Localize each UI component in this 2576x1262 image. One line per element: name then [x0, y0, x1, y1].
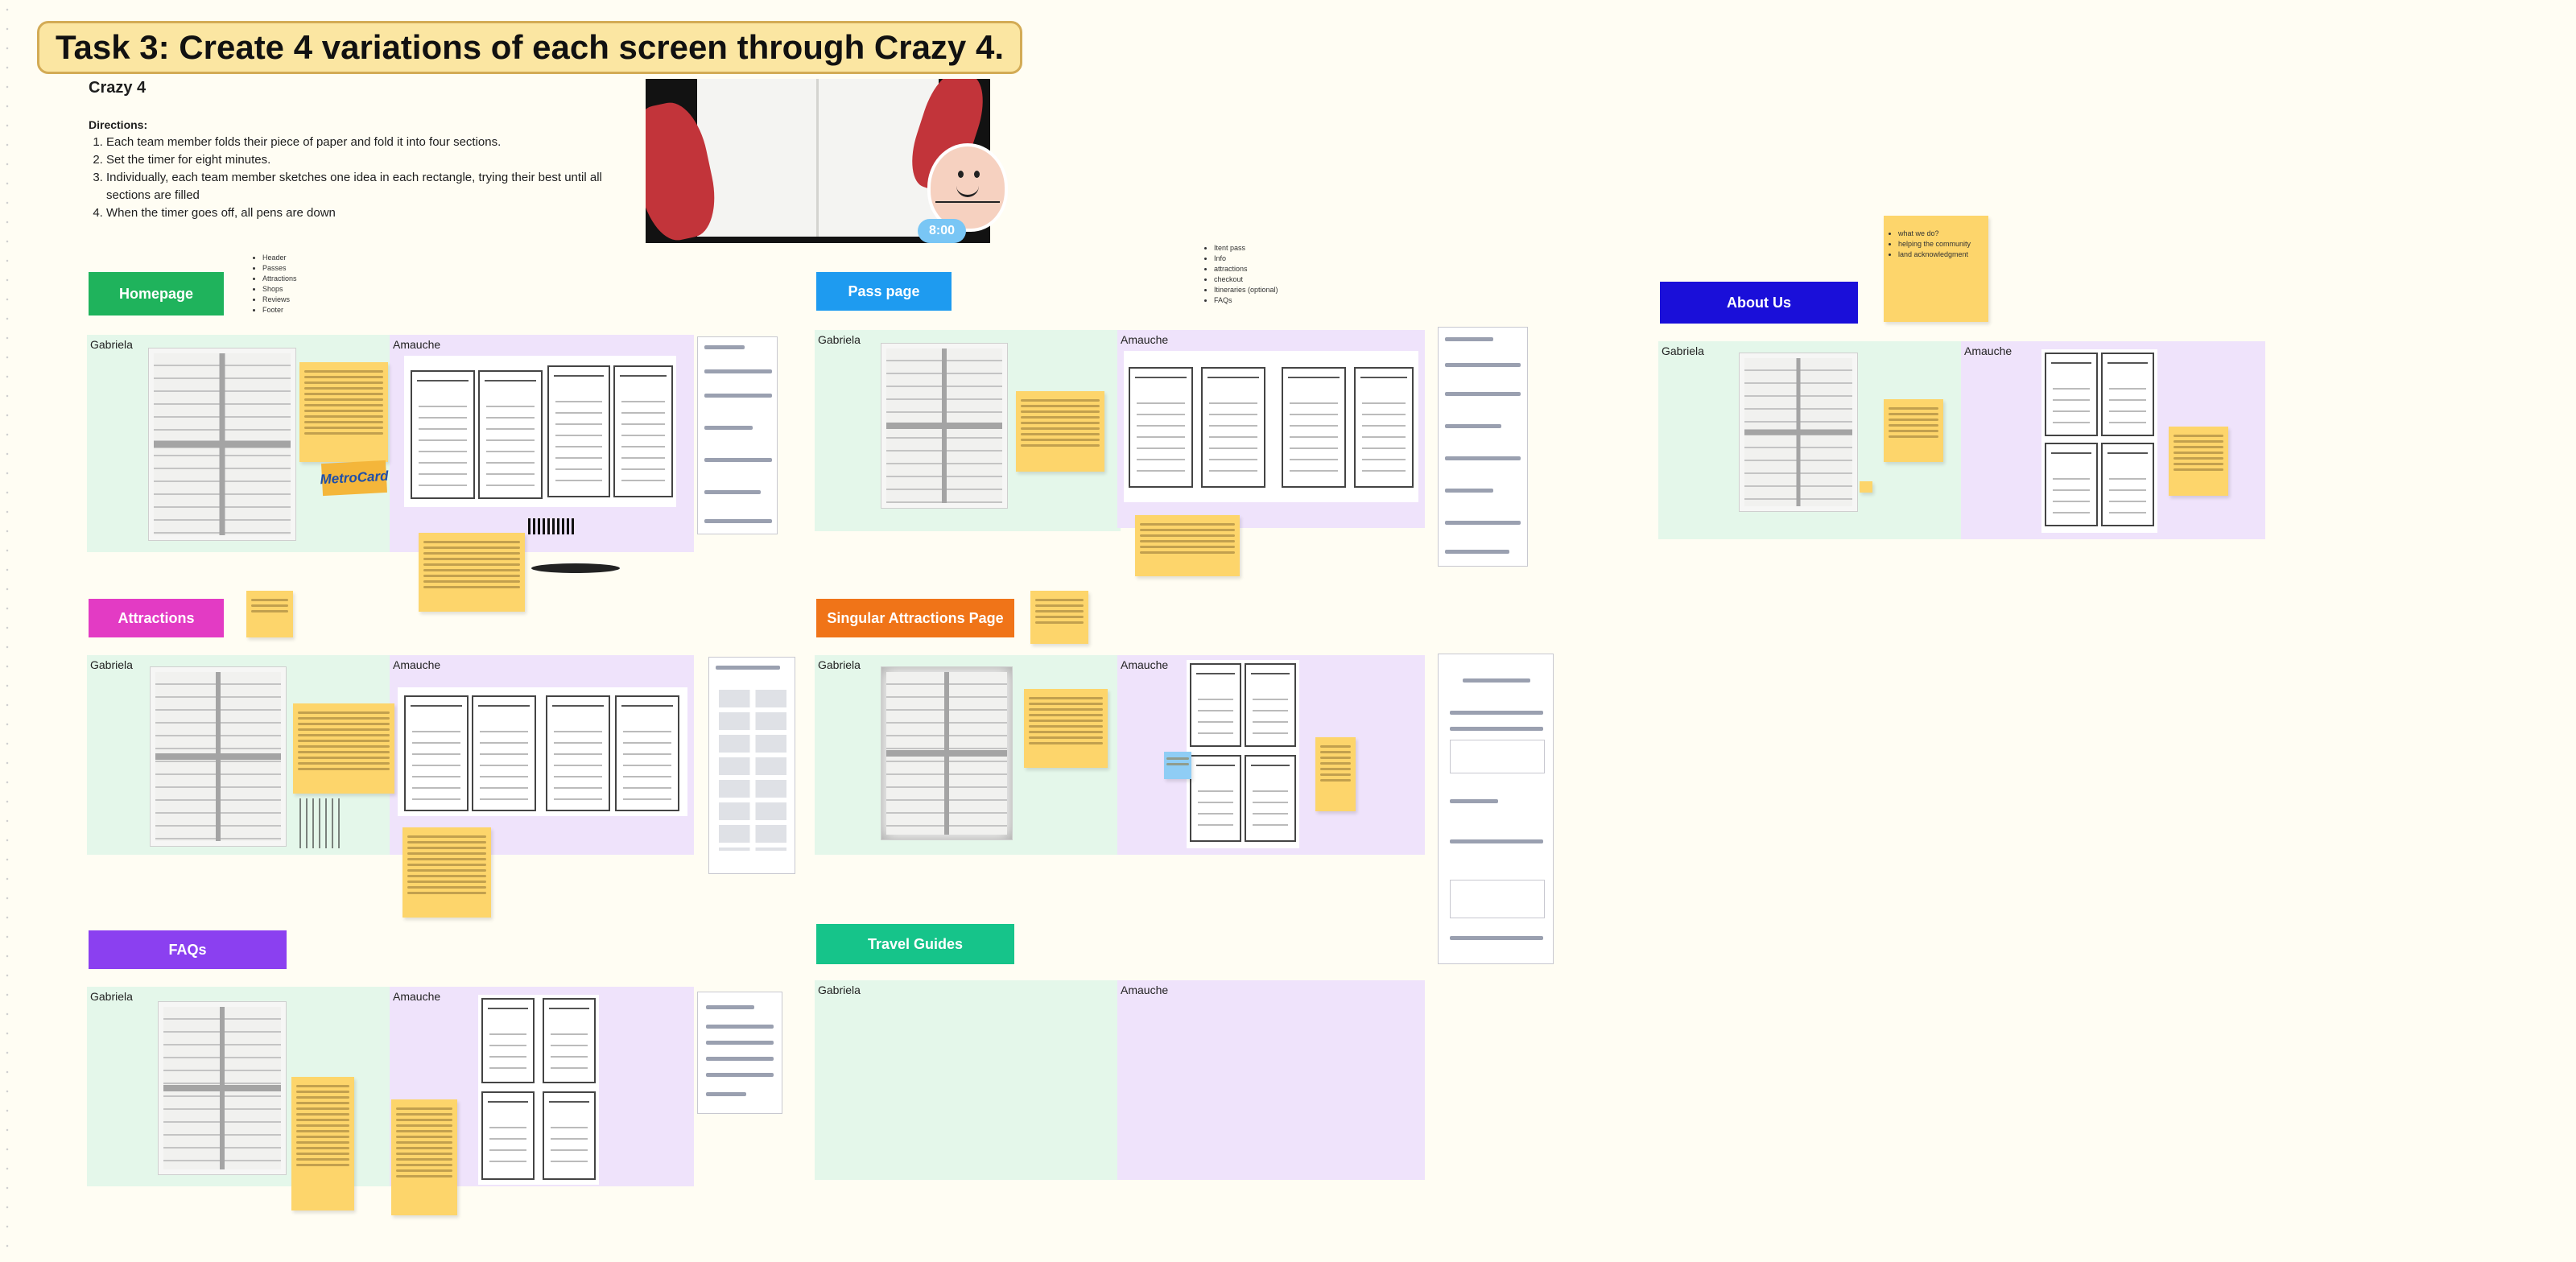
member-name: Gabriela — [1662, 344, 1704, 357]
content-block — [1450, 740, 1545, 773]
section-label-homepage[interactable]: Homepage — [89, 272, 224, 316]
direction-item: Set the timer for eight minutes. — [106, 151, 605, 169]
about-us-bullets: what we do? helping the community land a… — [1889, 229, 1984, 260]
smiley-eye — [974, 171, 980, 178]
member-name: Amauche — [1121, 658, 1169, 671]
attractions-wireframe-sketches[interactable] — [398, 687, 687, 816]
member-name: Amauche — [1964, 344, 2013, 357]
attractions-digital-wireframe[interactable] — [708, 657, 795, 874]
about-us-sticky[interactable]: what we do? helping the community land a… — [1884, 216, 1988, 322]
faqs-paper-sketch[interactable] — [158, 1001, 287, 1175]
bullet-item: what we do? — [1898, 229, 1984, 239]
member-name: Gabriela — [90, 990, 133, 1003]
bullet-item: Attractions — [262, 274, 297, 284]
homepage-feedback-sticky[interactable] — [419, 533, 525, 612]
bullet-item: helping the community — [1898, 239, 1984, 250]
attractions-feedback-sticky[interactable] — [402, 827, 491, 918]
metrocard-logo: MetroCard — [320, 460, 389, 497]
singular-blue-sticky[interactable] — [1164, 752, 1191, 779]
smiley-mouth — [956, 184, 979, 197]
task-title-banner[interactable]: Task 3: Create 4 variations of each scre… — [37, 21, 1022, 74]
task-title-text: Task 3: Create 4 variations of each scre… — [56, 28, 1004, 66]
timer-badge[interactable]: 8:00 — [918, 219, 966, 243]
smiley-eye — [958, 171, 964, 178]
travel-gabriela-lane: Gabriela — [815, 980, 1121, 1180]
attractions-notes-sticky[interactable] — [293, 703, 394, 794]
directions-list: Each team member folds their piece of pa… — [89, 134, 605, 222]
about-feedback-sticky[interactable] — [2169, 427, 2228, 496]
canvas-grid-edge — [0, 0, 14, 1262]
attractions-sticky[interactable] — [246, 591, 293, 637]
faqs-feedback-sticky[interactable] — [391, 1099, 457, 1215]
member-name: Amauche — [1121, 333, 1169, 346]
member-name: Gabriela — [818, 333, 861, 346]
faqs-digital-wireframe[interactable] — [697, 992, 782, 1114]
section-label-pass-page[interactable]: Pass page — [816, 272, 952, 311]
member-name: Gabriela — [818, 984, 861, 996]
homepage-digital-wireframe[interactable] — [697, 336, 778, 534]
member-name: Amauche — [393, 658, 441, 671]
paper-fold-line — [816, 79, 819, 237]
direction-item: Individually, each team member sketches … — [106, 169, 605, 204]
singular-feedback-sticky[interactable] — [1315, 737, 1356, 811]
faqs-notes-sticky[interactable] — [291, 1077, 354, 1210]
homepage-bullets: Header Passes Attractions Shops Reviews … — [251, 253, 297, 316]
bullet-item: attractions — [1214, 264, 1278, 274]
attractions-paper-sketch[interactable] — [150, 666, 287, 847]
pass-digital-wireframe[interactable] — [1438, 327, 1528, 567]
member-name: Gabriela — [818, 658, 861, 671]
smiley-ruler — [935, 201, 1000, 211]
singular-digital-wireframe[interactable] — [1438, 654, 1554, 964]
bullet-item: land acknowledgment — [1898, 250, 1984, 260]
singular-paper-sketch[interactable] — [881, 666, 1013, 840]
about-wireframe-sketches[interactable] — [2041, 349, 2157, 533]
section-label-singular-attractions[interactable]: Singular Attractions Page — [816, 599, 1014, 637]
member-name: Gabriela — [90, 338, 133, 351]
card-grid — [719, 690, 786, 851]
homepage-wireframe-sketches[interactable] — [404, 356, 676, 507]
singular-sticky[interactable] — [1030, 591, 1088, 644]
pass-paper-sketch[interactable] — [881, 343, 1008, 509]
section-label-attractions[interactable]: Attractions — [89, 599, 224, 637]
about-paper-sketch[interactable] — [1739, 353, 1858, 512]
bullet-item: Shops — [262, 284, 297, 295]
pass-page-bullets: Itent pass Info attractions checkout Iti… — [1203, 243, 1278, 306]
directions-label: Directions: — [89, 118, 148, 131]
singular-wireframe-sketches[interactable] — [1187, 660, 1299, 848]
pass-notes-sticky[interactable] — [1016, 391, 1104, 472]
content-block — [1450, 880, 1545, 918]
bullet-item: Passes — [262, 263, 297, 274]
ink-doodle — [528, 518, 576, 534]
section-label-faqs[interactable]: FAQs — [89, 930, 287, 969]
singular-notes-sticky[interactable] — [1024, 689, 1108, 768]
section-label-travel-guides[interactable]: Travel Guides — [816, 924, 1014, 964]
brush-stroke — [531, 563, 620, 573]
homepage-paper-sketch[interactable] — [148, 348, 296, 541]
bullet-item: Info — [1214, 254, 1278, 264]
member-name: Amauche — [1121, 984, 1169, 996]
direction-item: When the timer goes off, all pens are do… — [106, 204, 605, 222]
member-name: Amauche — [393, 990, 441, 1003]
homepage-notes-sticky[interactable] — [299, 362, 388, 462]
member-name: Amauche — [393, 338, 441, 351]
about-notes-sticky[interactable] — [1884, 399, 1943, 462]
attractions-doodle — [299, 798, 343, 848]
pass-wireframe-sketches[interactable] — [1124, 351, 1418, 502]
bullet-item: Footer — [262, 305, 297, 316]
direction-item: Each team member folds their piece of pa… — [106, 134, 605, 151]
bullet-item: Reviews — [262, 295, 297, 305]
faqs-wireframe-sketches[interactable] — [478, 995, 599, 1185]
travel-amauche-lane: Amauche — [1117, 980, 1425, 1180]
about-small-sticky[interactable] — [1860, 481, 1872, 493]
crazy4-heading: Crazy 4 — [89, 79, 147, 97]
bullet-item: checkout — [1214, 274, 1278, 285]
section-label-about-us[interactable]: About Us — [1660, 282, 1858, 324]
pass-feedback-sticky[interactable] — [1135, 515, 1240, 576]
bullet-item: Header — [262, 253, 297, 263]
bullet-item: FAQs — [1214, 295, 1278, 306]
bullet-item: Itent pass — [1214, 243, 1278, 254]
member-name: Gabriela — [90, 658, 133, 671]
bullet-item: Itineraries (optional) — [1214, 285, 1278, 295]
